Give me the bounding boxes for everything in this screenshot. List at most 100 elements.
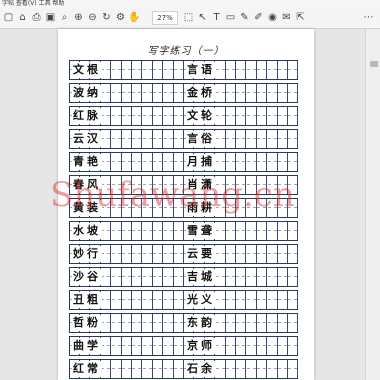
grid-cell [163, 291, 174, 309]
grid-cell [236, 107, 247, 125]
grid-cell [132, 337, 143, 355]
grid-cell [142, 291, 153, 309]
grid-cell [111, 84, 122, 102]
right-panel-scrollbar[interactable] [365, 29, 380, 380]
grid-cell [153, 268, 164, 286]
grid-cell [267, 291, 278, 309]
grid-cell [288, 130, 299, 148]
grid-cell [122, 245, 132, 263]
grid-cell [215, 222, 226, 240]
grid-cell [267, 61, 278, 79]
grid-cell [278, 314, 288, 332]
grid-cell [122, 84, 132, 102]
model-word-right: 金桥 [186, 85, 216, 101]
grid-cell [288, 314, 299, 332]
grid-cell [215, 107, 226, 125]
grid-cell [215, 245, 226, 263]
grid-cell [163, 245, 174, 263]
stamp-icon[interactable]: ◉ [266, 11, 279, 24]
grid-cell [257, 360, 268, 378]
grid-cell [215, 153, 226, 171]
grid-cell [101, 84, 112, 102]
grid-cell [267, 222, 278, 240]
grid-cell [236, 337, 247, 355]
grid-cell [236, 222, 247, 240]
grid-cell [278, 291, 288, 309]
grid-cell [174, 245, 184, 263]
grid-cell [246, 107, 257, 125]
scroll-thumb[interactable] [370, 61, 378, 67]
highlight-icon[interactable]: ▭ [224, 11, 237, 24]
zoom-out-icon[interactable]: ⊖ [86, 11, 99, 24]
practice-row: 沙谷 吉城 [69, 267, 299, 287]
more-icon[interactable]: ⋯ [362, 11, 375, 24]
grid-cell [278, 222, 288, 240]
grid-cell [163, 222, 174, 240]
grid-cell [257, 268, 268, 286]
toolbar: ▢ ⌂ ⎙ ▣ ⌕ ⊕ ⊖ ↻ ⚙ ✋ 27% ⬚ ↖ T ▭ ✎ ✐ ◉ ✉ … [0, 8, 380, 29]
model-word-left: 哲粉 [72, 315, 102, 331]
grid-cell [101, 268, 112, 286]
grid-cell [246, 245, 257, 263]
comment-icon[interactable]: ✉ [280, 11, 293, 24]
find-icon[interactable]: ⌕ [58, 11, 71, 24]
grid-cell [111, 130, 122, 148]
grid-cell [122, 222, 132, 240]
grid-cell [257, 61, 268, 79]
grid-cell [278, 268, 288, 286]
grid-cell [257, 314, 268, 332]
practice-row: 水坡 雪聋 [69, 221, 299, 241]
grid-cell [111, 222, 122, 240]
grid-cell [142, 130, 153, 148]
annotate-icon[interactable]: ✐ [252, 11, 265, 24]
grid-cell [142, 61, 153, 79]
grid-cell [288, 107, 299, 125]
grid-cell [246, 337, 257, 355]
hand-icon[interactable]: ✋ [128, 11, 141, 24]
settings-icon[interactable]: ⚙ [114, 11, 127, 24]
text-icon[interactable]: T [210, 11, 223, 24]
practice-row: 丑粗 光义 [69, 290, 299, 310]
select-icon[interactable]: ⬚ [182, 11, 195, 24]
save-icon[interactable]: ▣ [44, 11, 57, 24]
grid-cell [246, 61, 257, 79]
model-word-left: 曲学 [72, 338, 102, 354]
grid-cell [236, 130, 247, 148]
grid-cell [101, 107, 112, 125]
pen-icon[interactable]: ✎ [238, 11, 251, 24]
rotate-icon[interactable]: ↻ [100, 11, 113, 24]
grid-cell [278, 130, 288, 148]
grid-cell [267, 268, 278, 286]
model-word-right: 云要 [186, 246, 216, 262]
grid-cell [246, 291, 257, 309]
model-word-right: 石余 [186, 361, 216, 377]
grid-cell [278, 245, 288, 263]
model-word-left: 红脉 [72, 108, 102, 124]
grid-cell [122, 314, 132, 332]
grid-cell [153, 222, 164, 240]
practice-row: 文根 言语 [69, 60, 299, 80]
grid-cell [111, 153, 122, 171]
grid-cell [153, 314, 164, 332]
grid-cell [215, 291, 226, 309]
grid-cell [101, 314, 112, 332]
grid-cell [111, 360, 122, 378]
grid-cell [132, 130, 143, 148]
new-icon[interactable]: ▢ [2, 11, 15, 24]
grid-cell [257, 222, 268, 240]
grid-cell [278, 360, 288, 378]
grid-cell [111, 61, 122, 79]
grid-cell [174, 360, 184, 378]
grid-cell [153, 84, 164, 102]
zoom-in-icon[interactable]: ⊕ [72, 11, 85, 24]
grid-cell [226, 107, 236, 125]
print-icon[interactable]: ⎙ [30, 11, 43, 24]
open-icon[interactable]: ⌂ [16, 11, 29, 24]
export-icon[interactable]: ⇱ [294, 11, 307, 24]
grid-cell [226, 337, 236, 355]
grid-cell [246, 130, 257, 148]
zoom-level-field[interactable]: 27% [152, 11, 178, 25]
grid-cell [246, 153, 257, 171]
pointer-icon[interactable]: ↖ [196, 11, 209, 24]
grid-cell [174, 153, 184, 171]
